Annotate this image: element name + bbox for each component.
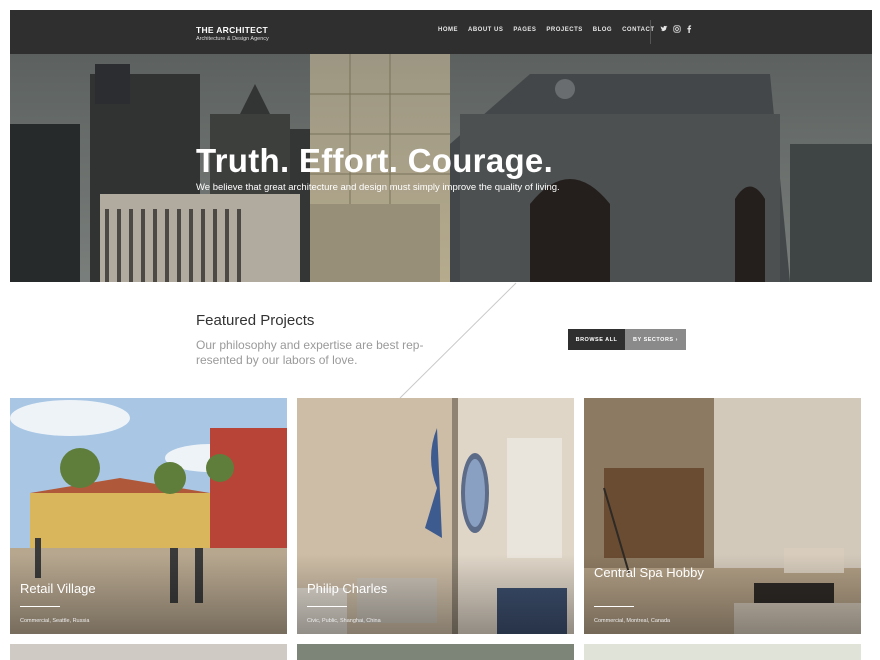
- title-underline: [307, 606, 347, 607]
- project-card-retail-village[interactable]: Retail Village Commercial, Seattle, Russ…: [10, 398, 287, 634]
- project-location: Commercial, Seattle, Russia: [20, 618, 90, 624]
- by-sectors-button[interactable]: BY SECTORS ›: [625, 329, 686, 350]
- project-card-row2-3[interactable]: [584, 644, 861, 660]
- project-location: Civic, Public, Shanghai, China: [307, 618, 381, 624]
- project-card-central-spa-hobby[interactable]: Central Spa Hobby Commercial, Montreal, …: [584, 398, 861, 634]
- title-underline: [20, 606, 60, 607]
- project-card-row2-1[interactable]: [10, 644, 287, 660]
- project-card-philip-charles[interactable]: Philip Charles Civic, Public, Shanghai, …: [297, 398, 574, 634]
- project-card-row2-2[interactable]: [297, 644, 574, 660]
- project-location: Commercial, Montreal, Canada: [594, 618, 671, 624]
- title-underline: [594, 606, 634, 607]
- featured-projects-text: Our philosophy and expertise are best re…: [196, 338, 424, 367]
- browse-all-button[interactable]: BROWSE ALL: [568, 329, 625, 350]
- project-title: Philip Charles: [307, 581, 388, 596]
- project-title: Central Spa Hobby: [594, 565, 704, 580]
- featured-projects-title: Featured Projects: [196, 312, 315, 329]
- project-title: Retail Village: [20, 581, 96, 596]
